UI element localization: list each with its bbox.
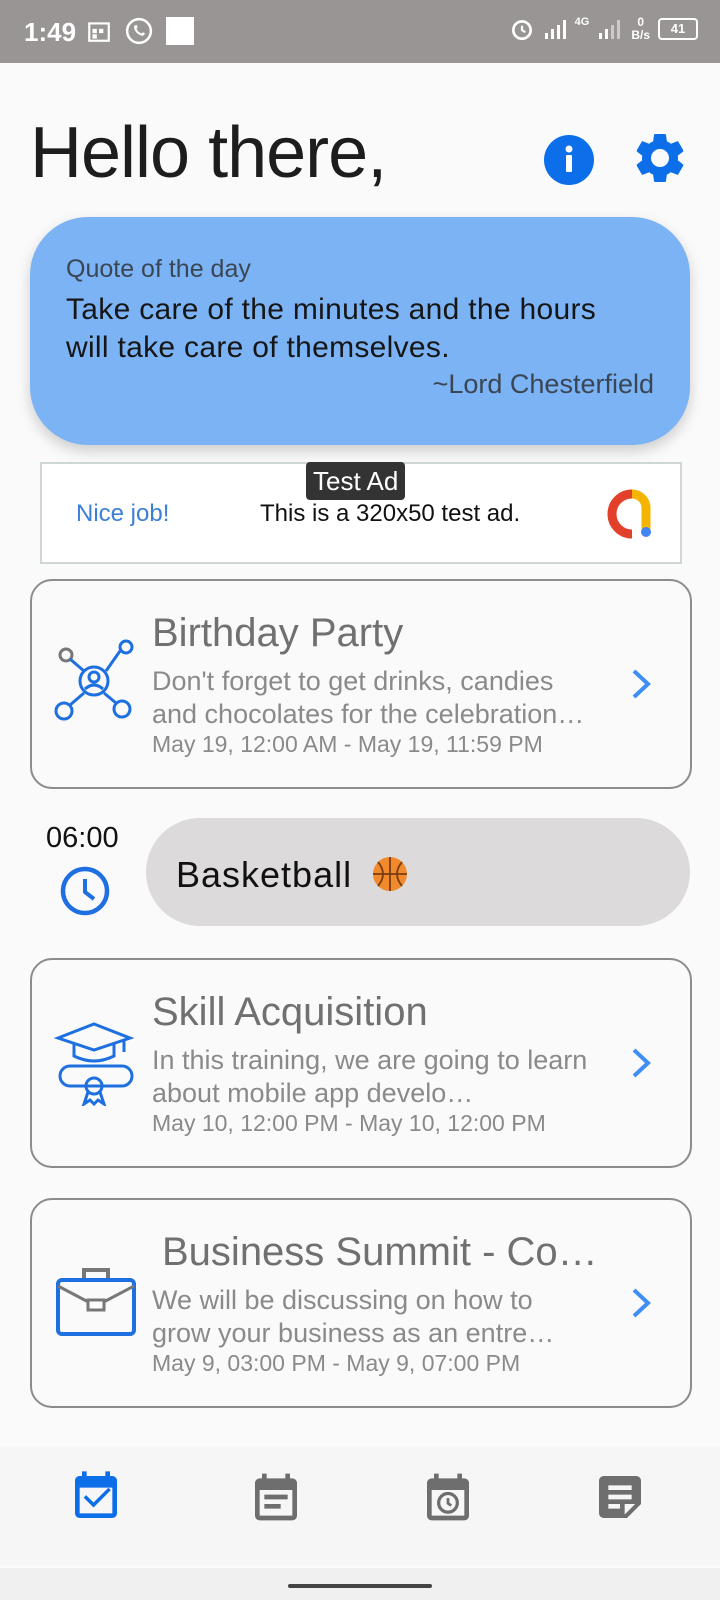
quote-title: Quote of the day [66,255,251,283]
signal-icon [544,20,566,39]
briefcase-icon [56,1268,136,1336]
event-title: Business Summit - Co… [162,1230,598,1274]
event-check-icon [75,1471,117,1518]
bottom-navigation [0,1447,720,1565]
page-title: Hello there, [30,113,387,193]
nav-documents-tab[interactable] [592,1467,648,1527]
event-date: May 10, 12:00 PM - May 10, 12:00 PM [152,1110,546,1136]
document-icon [599,1476,641,1518]
chevron-right-icon [632,1048,651,1078]
gear-icon [636,133,684,182]
quote-text: Take care of the minutes and the hours w… [66,293,597,364]
status-time: 1:49 [24,17,77,47]
whatsapp-icon [125,17,153,45]
nav-schedule-tab[interactable] [420,1467,476,1527]
event-title: Birthday Party [152,611,404,655]
alarm-icon [511,20,532,41]
chevron-right-icon [632,669,651,699]
notification-square-icon [166,17,194,45]
battery-indicator: 41 [658,18,698,40]
event-description: In this training, we are going to learn … [152,1045,588,1108]
event-date: May 19, 12:00 AM - May 19, 11:59 PM [152,731,543,757]
settings-button[interactable] [630,128,690,188]
ad-logo-icon [607,489,651,539]
routine-time: 06:00 [46,822,119,854]
home-indicator [0,1568,720,1600]
net-speed: 0 B/s [631,15,650,42]
ad-tag: Test Ad [306,462,406,500]
event-description: We will be discussing on how to grow you… [152,1285,555,1348]
calendar-notification-icon [88,22,110,42]
event-title: Skill Acquisition [152,990,428,1034]
status-bar: 1:49 4G 0 B/s 41 [0,0,720,63]
ad-banner[interactable]: Test Ad Nice job! This is a 320x50 test … [40,462,682,564]
event-card[interactable]: Business Summit - Co… We will be discuss… [30,1198,692,1408]
event-date: May 9, 03:00 PM - May 9, 07:00 PM [152,1350,521,1376]
clock-icon [60,866,110,916]
info-icon [565,145,573,172]
info-button[interactable] [544,135,594,185]
routine-item[interactable]: Basketball [146,818,690,926]
quote-card: Quote of the day Take care of the minute… [30,217,690,445]
signal-2-icon [599,20,621,39]
network-type: 4G [574,16,590,28]
graduation-icon [54,1022,135,1106]
chevron-right-icon [632,1288,651,1318]
notes-icon [255,1473,297,1521]
event-description: Don't forget to get drinks, candies and … [152,666,585,729]
ad-text: This is a 320x50 test ad. [260,500,521,527]
basketball-icon [373,857,408,891]
schedule-icon [427,1473,469,1521]
ad-nice-text: Nice job! [76,500,170,527]
nav-events-tab[interactable] [68,1467,124,1527]
routine-title: Basketball [176,854,353,895]
quote-author: ~Lord Chesterfield [432,369,654,399]
event-card[interactable]: Birthday Party Don't forget to get drink… [30,579,692,789]
network-people-icon [54,639,134,721]
home-bar[interactable] [288,1584,432,1588]
event-card[interactable]: Skill Acquisition In this training, we a… [30,958,692,1168]
nav-notes-tab[interactable] [248,1467,304,1527]
